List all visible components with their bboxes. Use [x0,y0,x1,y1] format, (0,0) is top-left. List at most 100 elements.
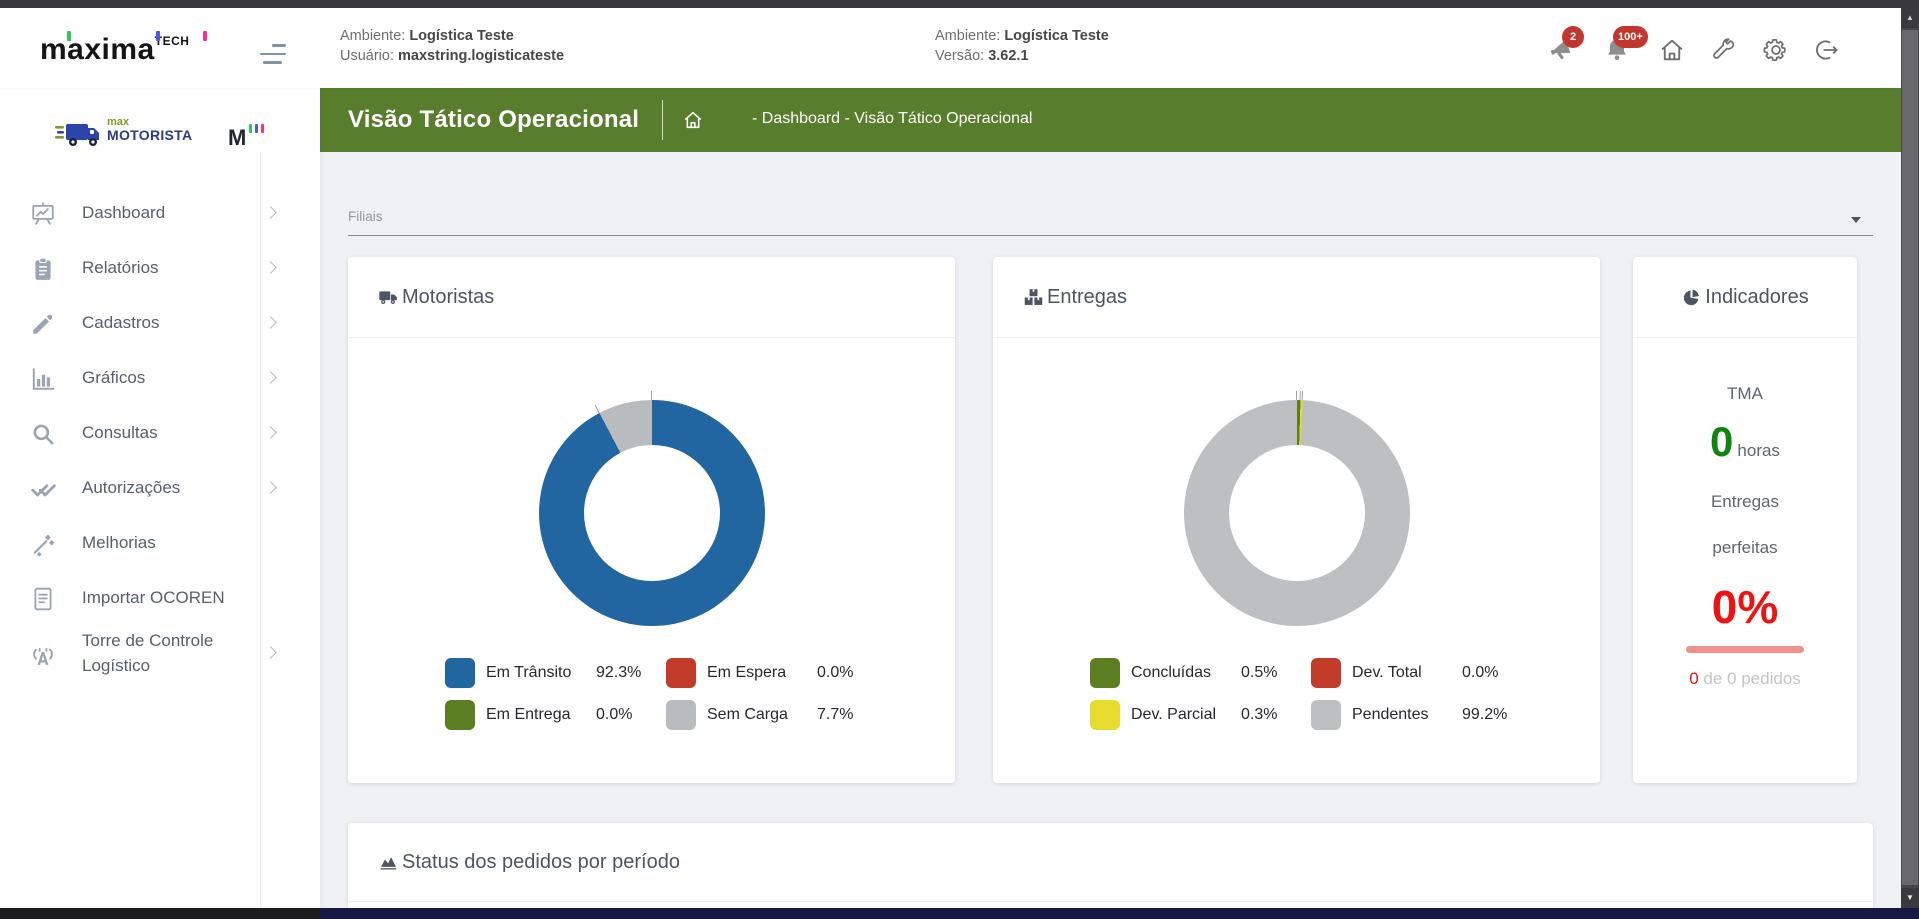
bar-chart-icon [30,366,56,392]
tools-wrench-icon[interactable] [1710,36,1738,64]
page-titlebar: Visão Tático Operacional - Dashboard - V… [320,88,1901,152]
maxima-tech-logo: maximaTECH [40,30,240,70]
notifications-bell-icon[interactable]: 100+ [1603,36,1631,64]
legend-swatch [1311,700,1341,730]
sidebar-item-dashboard[interactable]: Dashboard [0,186,320,241]
logo-accent-pink [203,31,207,41]
legend-item-dev-parcial[interactable]: Dev. Parcial 0.3% [1090,700,1311,730]
control-tower-antenna-icon [30,641,56,667]
legend-item-em-espera[interactable]: Em Espera 0.0% [666,658,955,688]
boxes-icon [1023,287,1044,308]
legend-value: 0.5% [1241,664,1277,682]
sidebar-item-cadastros[interactable]: Cadastros [0,296,320,351]
status-card-header: Status dos pedidos por período [348,823,1873,902]
sidebar-item-label: Dashboard [82,201,260,226]
sidebar-item-melhorias[interactable]: Melhorias [0,516,320,571]
sidebar: max MOTORISTA M Dashboard [0,88,320,908]
sidebar-item-label: Importar OCOREN [82,586,260,611]
environment-version-info: Ambiente: Logística Teste Versão: 3.62.1 [935,26,1109,66]
motoristas-card-header: Motoristas [348,257,955,338]
m-mark-logo: M [228,124,264,151]
orders-total-text: de 0 pedidos [1699,669,1801,688]
perfect-deliveries-percent: 0% [1633,580,1857,634]
legend-item-sem-carga[interactable]: Sem Carga 7.7% [666,700,955,730]
page-scrollbar[interactable]: ▲ ▼ [1901,8,1919,919]
card-title: Entregas [1047,286,1127,309]
versao-label: Versão: [935,48,984,64]
sidebar-item-label: Consultas [82,421,260,446]
legend-value: 0.0% [1462,664,1498,682]
tma-value: 0 [1710,418,1733,465]
percent-progress-bar [1686,646,1804,653]
tma-label: TMA [1633,384,1857,404]
chevron-right-icon [264,481,277,494]
window-top-strip [0,0,1919,8]
sidebar-item-importar-ocoren[interactable]: Importar OCOREN [0,571,320,626]
legend-item-dev-total[interactable]: Dev. Total 0.0% [1311,658,1600,688]
report-clipboard-icon [30,256,56,282]
ambiente-label: Ambiente: [935,28,1000,44]
legend-swatch [1311,658,1341,688]
brand-name: maxima [40,33,155,66]
sidebar-item-label: Relatórios [82,256,260,281]
tma-unit: horas [1737,441,1780,460]
pie-chart-icon [1681,287,1702,308]
sidebar-toggle-button[interactable] [252,44,286,66]
legend-value: 0.0% [596,706,632,724]
motoristas-card: Motoristas Em Trânsito 92.3% [348,257,955,783]
donut-hole [584,445,720,581]
motoristas-donut-chart [539,400,765,626]
card-title: Status dos pedidos por período [402,851,680,874]
notifications-badge: 100+ [1613,26,1648,48]
sidebar-item-label: Cadastros [82,311,260,336]
sidebar-item-graficos[interactable]: Gráficos [0,351,320,406]
area-chart-icon [378,852,399,873]
sidebar-item-label: Torre de Controle Logístico [82,629,260,678]
announcements-icon[interactable]: 2 [1548,36,1576,64]
dropdown-arrow-icon [1851,217,1861,223]
logout-icon[interactable] [1812,36,1840,64]
legend-value: 0.3% [1241,706,1277,724]
legend-swatch [445,700,475,730]
max-motorista-logo: max MOTORISTA M [0,88,320,164]
tma-value-row: 0horas [1633,418,1857,466]
legend-item-em-transito[interactable]: Em Trânsito 92.3% [445,658,666,688]
legend-item-em-entrega[interactable]: Em Entrega 0.0% [445,700,666,730]
legend-item-concluidas[interactable]: Concluídas 0.5% [1090,658,1311,688]
settings-gear-icon[interactable] [1762,36,1790,64]
sidebar-item-autorizacoes[interactable]: Autorizações [0,461,320,516]
double-check-icon [30,476,56,502]
entregas-card-header: Entregas [993,257,1600,338]
filiais-label: Filiais [348,209,383,224]
sidebar-item-relatorios[interactable]: Relatórios [0,241,320,296]
metric-line2: perfeitas [1633,538,1857,558]
ambiente-label: Ambiente: [340,28,405,44]
legend-value: 92.3% [596,664,641,682]
legend-label: Pendentes [1352,706,1462,724]
breadcrumb-home-icon[interactable] [682,109,704,131]
usuario-value: maxstring.logisticateste [398,48,564,64]
legend-value: 0.0% [817,664,853,682]
logo-accent-green [67,31,71,41]
legend-swatch [666,658,696,688]
scrollbar-thumb[interactable] [1902,30,1918,885]
entregas-donut-chart [1184,400,1410,626]
sidebar-nav: Dashboard Relatórios [0,186,320,681]
legend-item-pendentes[interactable]: Pendentes 99.2% [1311,700,1600,730]
scroll-down-button[interactable]: ▼ [1901,888,1919,908]
sidebar-item-consultas[interactable]: Consultas [0,406,320,461]
document-icon [30,586,56,612]
legend-label: Concluídas [1131,664,1241,682]
scroll-up-button[interactable]: ▲ [1901,8,1919,28]
filiais-select[interactable]: Filiais [348,208,1873,236]
chevron-right-icon [264,261,277,274]
usuario-label: Usuário: [340,48,394,64]
sidebar-item-label: Autorizações [82,476,260,501]
sidebar-item-torre-de-controle[interactable]: Torre de Controle Logístico [0,626,320,681]
legend-label: Em Trânsito [486,664,596,682]
legend-swatch [1090,700,1120,730]
environment-user-info: Ambiente: Logística Teste Usuário: maxst… [340,26,564,66]
pencil-icon [30,311,56,337]
home-icon[interactable] [1658,36,1686,64]
card-title: Indicadores [1705,286,1808,309]
